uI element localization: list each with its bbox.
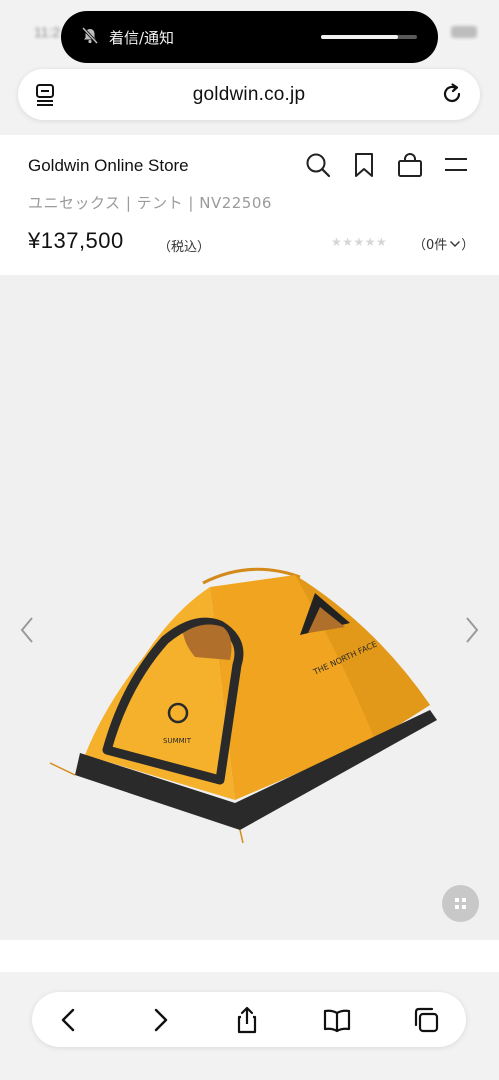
reviews-paren: ） — [461, 238, 475, 253]
reviews-count: （0件 — [413, 238, 448, 253]
battery-icon — [451, 26, 477, 38]
content-below-gallery — [0, 940, 499, 972]
reviews-link[interactable]: （0件 ） — [413, 234, 474, 253]
bookmark-icon[interactable] — [353, 152, 375, 178]
address-bar[interactable]: goldwin.co.jp — [18, 69, 480, 120]
url-text[interactable]: goldwin.co.jp — [18, 84, 480, 106]
back-icon[interactable] — [54, 1005, 84, 1035]
browser-toolbar — [32, 992, 466, 1047]
tax-label: （税込） — [158, 240, 211, 255]
search-icon[interactable] — [305, 152, 331, 178]
chevron-right-icon[interactable] — [462, 615, 482, 645]
store-header: Goldwin Online Store ユニセックス | テント | NV22… — [0, 135, 499, 275]
forward-icon[interactable] — [145, 1005, 175, 1035]
gallery-grid-button[interactable] — [442, 885, 479, 922]
svg-text:SUMMIT: SUMMIT — [163, 737, 192, 745]
notification-level-fill — [321, 35, 398, 39]
share-icon[interactable] — [232, 1005, 262, 1035]
cart-icon[interactable] — [397, 152, 423, 178]
notification-level-track[interactable] — [321, 35, 417, 39]
price: ¥137,500 — [28, 228, 124, 253]
chevron-left-icon[interactable] — [17, 615, 37, 645]
product-image-tent: SUMMIT THE NORTH FACE — [49, 567, 437, 844]
hamburger-icon[interactable] — [444, 156, 468, 174]
store-name[interactable]: Goldwin Online Store — [28, 156, 189, 176]
rating-stars: ★★★★★ — [331, 235, 388, 249]
bookmarks-book-icon[interactable] — [322, 1005, 352, 1035]
status-bar: 11:2 着信/通知 — [0, 0, 499, 68]
bell-slash-icon — [81, 26, 99, 45]
grid-icon — [455, 898, 466, 909]
dynamic-island-notification[interactable]: 着信/通知 — [61, 11, 438, 63]
chevron-down-icon — [450, 241, 461, 247]
reload-icon[interactable] — [440, 82, 464, 106]
notification-title: 着信/通知 — [109, 29, 175, 47]
product-gallery[interactable]: SUMMIT THE NORTH FACE — [0, 275, 499, 940]
breadcrumb[interactable]: ユニセックス | テント | NV22506 — [28, 192, 272, 213]
tabs-icon[interactable] — [411, 1005, 441, 1035]
status-time-blurred: 11:2 — [34, 24, 61, 40]
